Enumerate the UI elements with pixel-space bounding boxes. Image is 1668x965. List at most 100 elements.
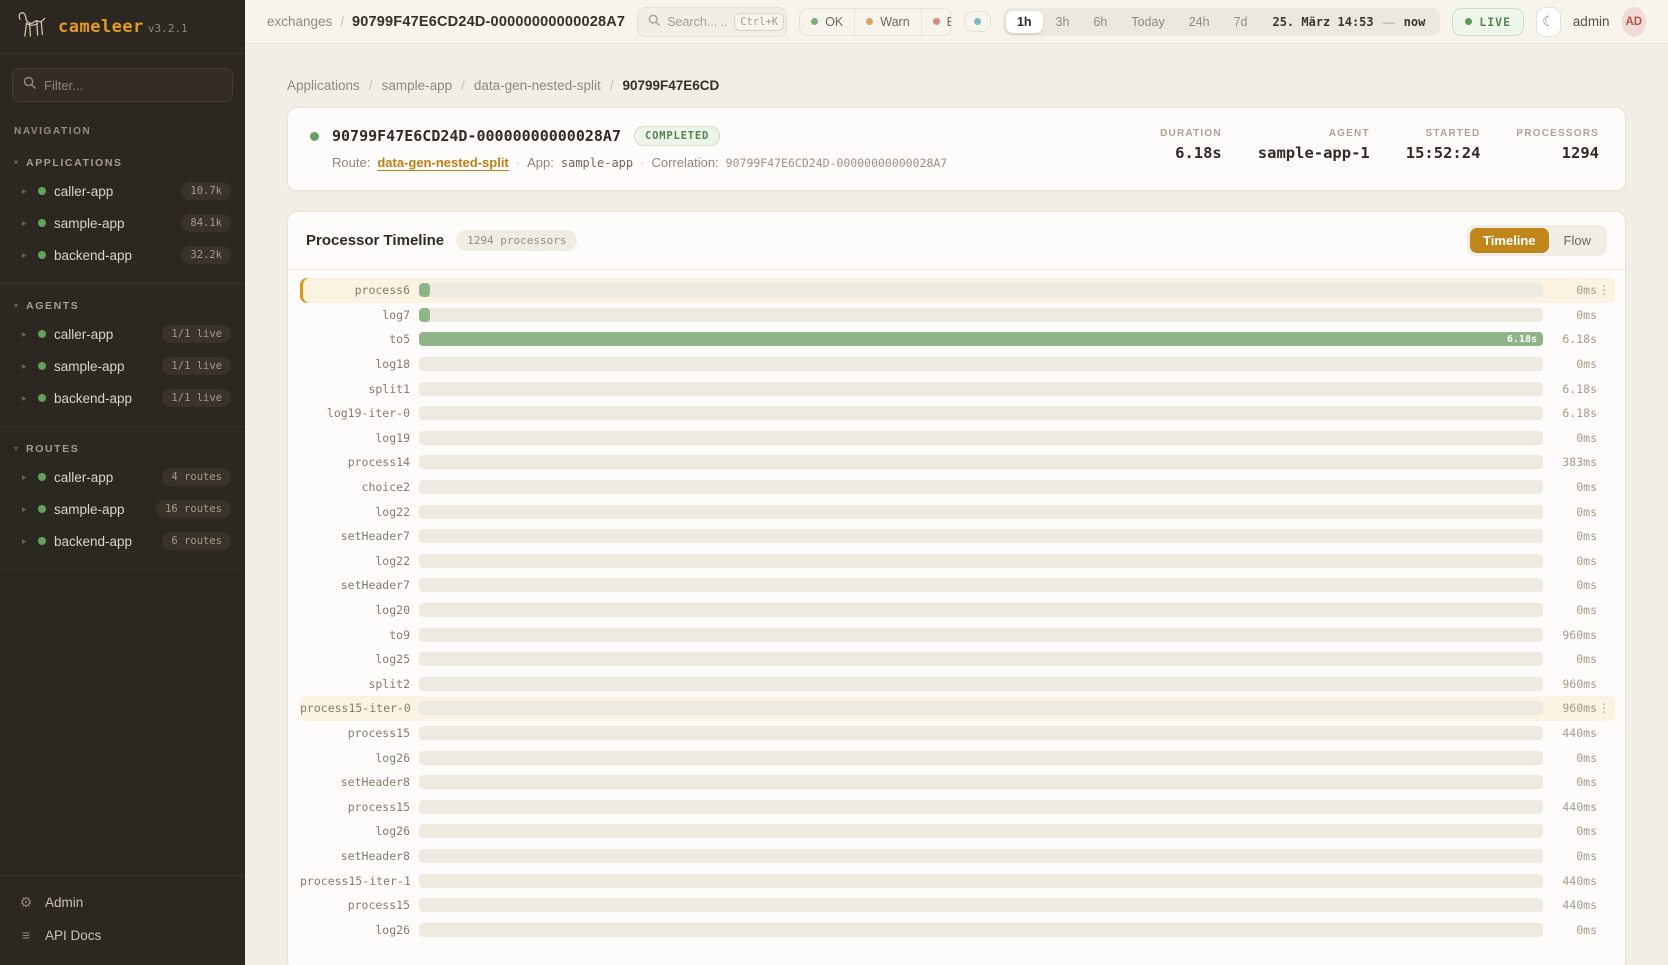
processor-row-split1[interactable]: split16.18s⋮ [300,376,1615,401]
processor-row-setHeader7[interactable]: setHeader70ms⋮ [300,524,1615,549]
processor-duration: 0ms [1551,824,1597,838]
date-to: now [1404,15,1426,29]
processor-row-log26[interactable]: log260ms⋮ [300,819,1615,844]
footer-item-api-docs[interactable]: ≡API Docs [0,919,245,951]
sidebar-item-backend-app[interactable]: ▸backend-app32.2k [0,239,245,271]
view-option-flow[interactable]: Flow [1551,228,1604,253]
processor-row-log20[interactable]: log200ms⋮ [300,598,1615,623]
processor-row-to9[interactable]: to9960ms⋮ [300,622,1615,647]
breadcrumb-segment[interactable]: sample-app [382,78,453,93]
status-filter-error[interactable]: Error [921,9,952,35]
status-filter-warn[interactable]: Warn [854,9,920,35]
nav-group-header-applications[interactable]: ▾APPLICATIONS [0,151,245,175]
footer-item-admin[interactable]: ⚙Admin [0,886,245,919]
moon-icon: ☾ [1542,13,1555,30]
processor-name: log26 [300,923,410,937]
processor-name: setHeader7 [300,529,410,543]
global-search[interactable]: Ctrl+K [637,7,787,37]
exchange-summary-card: 90799F47E6CD24D-00000000000028A7 COMPLET… [287,107,1626,191]
camel-logo-icon [16,9,48,44]
processor-row-log19-iter-0[interactable]: log19-iter-06.18s⋮ [300,401,1615,426]
processor-name: log22 [300,505,410,519]
processor-row-process15[interactable]: process15440ms⋮ [300,893,1615,918]
sidebar-item-backend-app[interactable]: ▸backend-app6 routes [0,525,245,557]
processor-name: process15 [300,800,410,814]
status-dot-icon [38,362,46,370]
processor-row-log26[interactable]: log260ms⋮ [300,745,1615,770]
sidebar-item-caller-app[interactable]: ▸caller-app10.7k [0,175,245,207]
sidebar-filter[interactable] [12,68,233,102]
status-filter-ok[interactable]: OK [800,9,854,35]
processor-name: process15 [300,726,410,740]
sidebar-item-sample-app[interactable]: ▸sample-app84.1k [0,207,245,239]
processor-row-log25[interactable]: log250ms⋮ [300,647,1615,672]
sidebar-item-caller-app[interactable]: ▸caller-app1/1 live [0,318,245,350]
processor-row-log19[interactable]: log190ms⋮ [300,426,1615,451]
processor-row-choice2[interactable]: choice20ms⋮ [300,475,1615,500]
timeline-rows: process60ms⋮log70ms⋮to56.18s6.18s⋮log180… [288,270,1625,956]
search-input[interactable] [667,15,727,29]
filter-input[interactable] [44,78,222,93]
theme-toggle-button[interactable]: ☾ [1536,7,1561,37]
processor-row-to5[interactable]: to56.18s6.18s⋮ [300,327,1615,352]
processor-row-setHeader7[interactable]: setHeader70ms⋮ [300,573,1615,598]
duration-bar-fill [419,283,430,297]
processor-row-split2[interactable]: split2960ms⋮ [300,672,1615,697]
user-name: admin [1573,14,1610,29]
route-link[interactable]: data-gen-nested-split [377,155,508,170]
exchange-stats: DURATION6.18sAGENTsample-app-1STARTED15:… [1160,126,1599,162]
nav-group-header-agents[interactable]: ▾AGENTS [0,294,245,318]
range-24h[interactable]: 24h [1178,11,1221,33]
status-dot-icon [38,251,46,259]
processor-row-log7[interactable]: log70ms⋮ [300,303,1615,328]
breadcrumb-segment[interactable]: Applications [287,78,360,93]
processor-row-process15[interactable]: process15440ms⋮ [300,794,1615,819]
sidebar-item-caller-app[interactable]: ▸caller-app4 routes [0,461,245,493]
chevron-right-icon: ▸ [22,536,30,547]
processor-name: setHeader7 [300,578,410,592]
live-toggle[interactable]: LIVE [1452,8,1524,36]
processor-row-setHeader8[interactable]: setHeader80ms⋮ [300,844,1615,869]
range-1h[interactable]: 1h [1006,11,1043,33]
processor-row-log22[interactable]: log220ms⋮ [300,549,1615,574]
processor-row-log22[interactable]: log220ms⋮ [300,499,1615,524]
processor-row-process15-iter-1[interactable]: process15-iter-1440ms⋮ [300,868,1615,893]
processor-row-log18[interactable]: log180ms⋮ [300,352,1615,377]
status-dot-icon [38,473,46,481]
avatar[interactable]: AD [1622,7,1646,37]
error-dot-icon [933,18,940,25]
range-today[interactable]: Today [1120,11,1175,33]
date-range-display[interactable]: 25. März 14:53 — now [1260,15,1437,29]
nav-group-header-routes[interactable]: ▾ROUTES [0,437,245,461]
processor-duration: 440ms [1551,874,1597,888]
sidebar-item-backend-app[interactable]: ▸backend-app1/1 live [0,382,245,414]
view-option-timeline[interactable]: Timeline [1470,228,1549,253]
search-shortcut-badge: Ctrl+K [734,13,784,31]
docs-icon: ≡ [18,927,34,943]
processor-row-log26[interactable]: log260ms⋮ [300,917,1615,942]
kebab-menu-icon[interactable]: ⋮ [1597,701,1611,715]
stat-agent: AGENTsample-app-1 [1258,128,1370,162]
range-6h[interactable]: 6h [1082,11,1118,33]
kebab-menu-icon[interactable]: ⋮ [1597,283,1611,297]
range-7d[interactable]: 7d [1223,11,1259,33]
sidebar-item-sample-app[interactable]: ▸sample-app16 routes [0,493,245,525]
breadcrumb-exchanges-link[interactable]: exchanges [267,14,332,29]
processor-row-process15-iter-0[interactable]: process15-iter-0960ms⋮ [300,696,1615,721]
stat-processors: PROCESSORS1294 [1516,128,1599,162]
processor-row-process15[interactable]: process15440ms⋮ [300,721,1615,746]
brand-name: cameleer [58,17,144,37]
processor-row-process14[interactable]: process14383ms⋮ [300,450,1615,475]
sidebar-item-sample-app[interactable]: ▸sample-app1/1 live [0,350,245,382]
processor-name: split2 [300,677,410,691]
logo-row[interactable]: cameleerv3.2.1 [0,0,245,54]
processor-row-setHeader8[interactable]: setHeader80ms⋮ [300,770,1615,795]
processor-duration: 960ms [1551,701,1597,715]
breadcrumb-segment[interactable]: data-gen-nested-split [474,78,601,93]
timeline-header: Processor Timeline 1294 processors Timel… [288,212,1625,270]
topbar-breadcrumb: exchanges / 90799F47E6CD24D-000000000000… [267,14,625,30]
processor-row-process6[interactable]: process60ms⋮ [300,278,1615,303]
info-filter-chip[interactable] [964,11,991,32]
processor-duration: 6.18s [1551,406,1597,420]
range-3h[interactable]: 3h [1045,11,1081,33]
